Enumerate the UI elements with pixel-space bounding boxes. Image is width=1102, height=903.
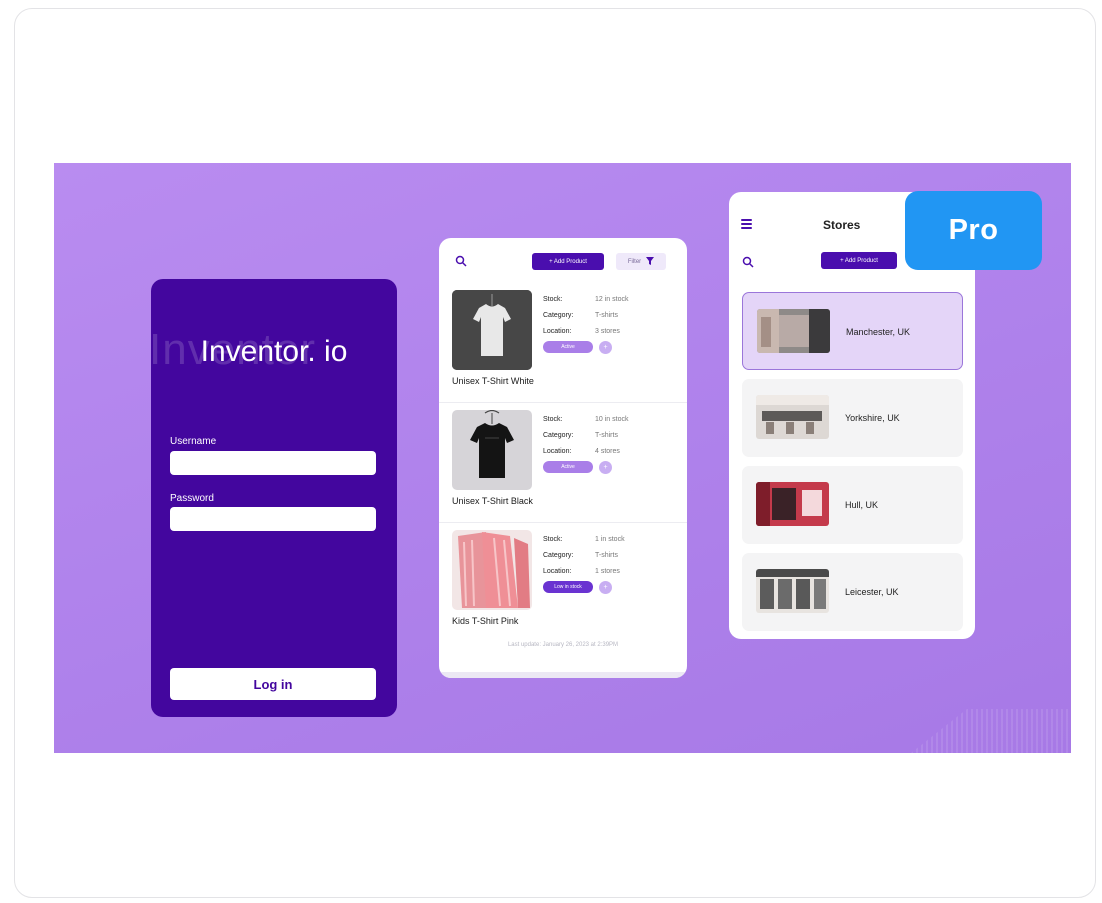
status-badge[interactable]: Low in stock [543,581,593,593]
product-info: Stock: 1 in stock Category: T-shirts Locat… [543,531,625,594]
more-button[interactable]: + [599,581,612,594]
more-button[interactable]: + [599,461,612,474]
card-frame: Inventor Inventor. io Username Password … [14,8,1096,898]
category-value: T-shirts [595,311,618,319]
pro-badge: Pro [905,191,1042,270]
category-label: Category: [543,431,574,439]
location-value: 4 stores [595,447,620,455]
products-screen: + Add Product Filter Stock: 12 in stock … [439,238,687,678]
store-thumbnail [756,482,829,526]
hamburger-icon[interactable] [741,219,752,231]
product-thumbnail [452,290,532,370]
store-name: Leicester, UK [845,587,899,597]
store-name: Manchester, UK [846,327,911,337]
password-label: Password [170,493,214,504]
corner-decoration [911,709,1071,753]
location-value: 1 stores [595,567,620,575]
store-card[interactable]: Manchester, UK [742,292,963,370]
funnel-icon [646,256,655,267]
username-input[interactable] [170,451,376,475]
product-item[interactable]: Stock: 1 in stock Category: T-shirts Locat… [439,523,687,643]
product-name: Unisex T-Shirt White [452,376,534,386]
login-button[interactable]: Log in [170,668,376,700]
store-thumbnail [756,395,829,439]
category-label: Category: [543,551,574,559]
location-label: Location: [543,567,572,575]
products-toolbar: + Add Product Filter [439,238,687,278]
category-value: T-shirts [595,551,618,559]
bottom-bar [439,672,687,678]
location-value: 3 stores [595,327,620,335]
stock-label: Stock: [543,295,563,303]
stock-value: 12 in stock [595,295,629,303]
username-label: Username [170,436,217,447]
filter-button[interactable]: Filter [616,253,666,270]
location-label: Location: [543,447,572,455]
store-thumbnail [756,569,829,613]
category-label: Category: [543,311,574,319]
store-name: Hull, UK [845,500,879,510]
product-name: Unisex T-Shirt Black [452,496,533,506]
product-item[interactable]: Stock: 10 in stock Category: T-shirts Loca… [439,403,687,523]
store-card[interactable]: Hull, UK [742,466,963,544]
add-product-button[interactable]: + Add Product [532,253,604,270]
last-update-text: Last update: January 26, 2023 at 2:39PM [507,642,619,648]
product-thumbnail [452,530,532,610]
add-product-button[interactable]: + Add Product [821,252,897,269]
stock-value: 10 in stock [595,415,629,423]
stock-value: 1 in stock [595,535,625,543]
product-thumbnail [452,410,532,490]
store-card[interactable]: Yorkshire, UK [742,379,963,457]
add-product-label: + Add Product [840,257,878,264]
login-screen: Inventor Inventor. io Username Password … [151,279,397,717]
app-title: Inventor. io [200,335,348,368]
store-card[interactable]: Leicester, UK [742,553,963,631]
page-title: Stores [823,218,861,232]
status-badge[interactable]: Active [543,461,593,473]
stock-label: Stock: [543,415,563,423]
product-info: Stock: 10 in stock Category: T-shirts Loca… [543,411,628,474]
stock-label: Stock: [543,535,563,543]
store-thumbnail [757,309,830,353]
search-icon[interactable] [742,256,754,268]
more-button[interactable]: + [599,341,612,354]
password-input[interactable] [170,507,376,531]
product-name: Kids T-Shirt Pink [452,616,519,626]
add-product-label: + Add Product [549,258,587,265]
store-name: Yorkshire, UK [845,413,900,423]
location-label: Location: [543,327,572,335]
filter-label: Filter [627,258,642,265]
search-icon[interactable] [455,255,467,267]
product-item[interactable]: Stock: 12 in stock Category: T-shirts Loca… [439,283,687,403]
status-badge[interactable]: Active [543,341,593,353]
product-info: Stock: 12 in stock Category: T-shirts Loca… [543,291,628,354]
category-value: T-shirts [595,431,618,439]
